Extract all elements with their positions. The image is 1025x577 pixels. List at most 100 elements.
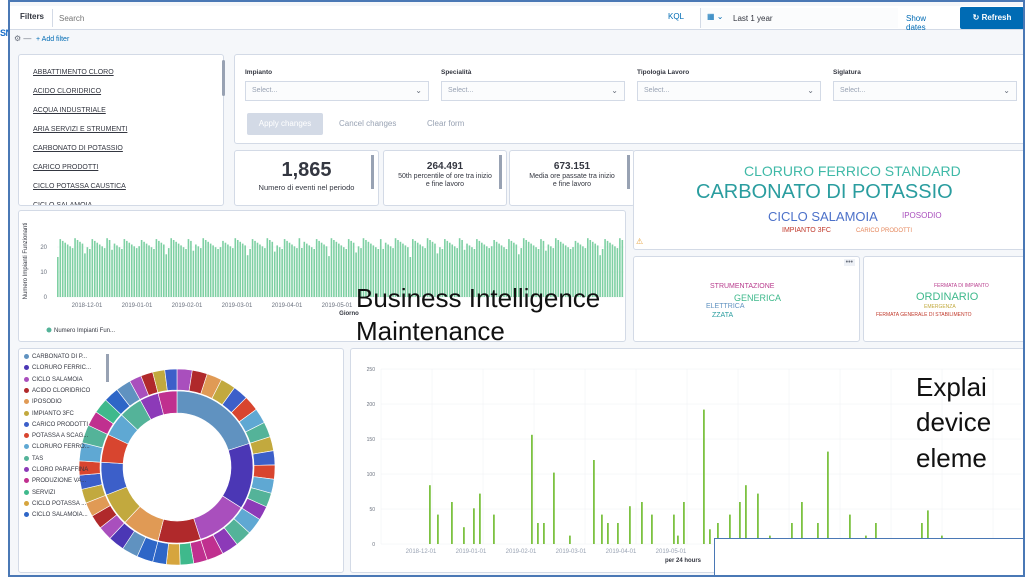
tag-cloud-word[interactable]: CICLO SALAMOIA: [768, 209, 878, 224]
legend-item[interactable]: TAS: [24, 455, 44, 462]
tag-cloud-word[interactable]: FERMATA GENERALE DI STABILIMENTO: [876, 312, 971, 318]
spike-bar: [709, 529, 711, 544]
donut-slice[interactable]: [157, 517, 201, 544]
legend-item[interactable]: CLORURO FERRO...: [24, 444, 90, 450]
list-item[interactable]: ARIA SERVIZI E STRUMENTI: [33, 126, 127, 133]
calendar-icon[interactable]: ▦ ⌄: [707, 12, 723, 21]
left-strip: [0, 0, 8, 577]
x-tick-label: 2019-01-01: [122, 303, 153, 309]
dropdown-select[interactable]: Select... ⌄: [245, 81, 429, 101]
legend-item[interactable]: CICLO SALAMOIA...: [24, 512, 88, 518]
spike-bar: [757, 493, 759, 544]
legend-swatch: [24, 512, 29, 518]
clear-form-button[interactable]: Clear form: [427, 119, 464, 128]
legend-swatch: [24, 376, 29, 382]
dropdown-label: Siglatura: [833, 69, 861, 76]
tag-cloud-tipologia: FERMATA DI IMPIANTO ORDINARIO EMERGENZA FER…: [863, 256, 1023, 342]
bar-mark: [121, 249, 123, 297]
bar-mark: [333, 240, 335, 297]
tag-cloud-word[interactable]: ORDINARIO: [916, 291, 978, 303]
legend-scrollbar[interactable]: [106, 354, 109, 382]
chevron-down-icon: ⌄: [807, 86, 814, 95]
bar-mark: [616, 248, 619, 297]
bar-mark: [330, 238, 333, 297]
legend-label: CICLO SALAMOIA: [32, 376, 83, 383]
list-item[interactable]: CICLO SALAMOIA: [33, 202, 92, 205]
add-filter-link[interactable]: + Add filter: [36, 36, 69, 43]
metric-percentile: 264.491 50th percentile of ore tra inizi…: [383, 150, 507, 206]
metric-scrollbar: [371, 155, 374, 189]
spike-bar: [827, 451, 829, 544]
legend-item[interactable]: IPOSODIO: [24, 399, 62, 405]
tag-cloud-word[interactable]: IPOSODIO: [902, 211, 942, 220]
x-tick-label: 2019-04-01: [272, 303, 303, 309]
list-item[interactable]: ABBATTIMENTO CLORO: [33, 69, 114, 76]
metric-label: 50th percentile of ore tra inizio e fine…: [398, 173, 492, 188]
tag-cloud-specialita: ••• STRUMENTAZIONE GENERICA ELETTRICA ZZATA: [633, 256, 860, 342]
legend-item[interactable]: IMPIANTO 3FC: [24, 410, 74, 417]
bar-mark: [338, 243, 340, 297]
side-text-line3: eleme: [916, 442, 987, 473]
legend-item[interactable]: CLORURO FERRIC...: [24, 365, 91, 371]
bar-mark: [254, 240, 256, 297]
legend-item[interactable]: CICLO SALAMOIA: [24, 376, 83, 383]
dropdown-select[interactable]: Select... ⌄: [833, 81, 1017, 101]
spike-bar: [651, 514, 653, 544]
show-dates-link[interactable]: Show dates: [906, 14, 926, 32]
dropdown-placeholder: Select...: [252, 87, 278, 94]
spike-bar: [537, 523, 539, 544]
legend-item[interactable]: POTASSA A SCAG...: [24, 433, 88, 439]
legend-item[interactable]: CLORO PARAFFINA: [24, 467, 88, 473]
legend-item[interactable]: CICLO POTASSA ...: [24, 500, 86, 507]
bar-mark: [318, 240, 320, 297]
panel-options-icon[interactable]: •••: [843, 259, 855, 266]
refresh-button[interactable]: ↻ Refresh: [960, 7, 1023, 29]
list-item[interactable]: ACQUA INDUSTRIALE: [33, 107, 106, 114]
cancel-changes-button[interactable]: Cancel changes: [339, 119, 396, 128]
controls-panel: Apply changes Cancel changes Clear form …: [234, 54, 1023, 144]
legend-label: TAS: [32, 455, 44, 462]
metric-value: 264.491: [426, 161, 464, 172]
tag-cloud-word[interactable]: IMPIANTO 3FC: [782, 227, 831, 234]
legend-item[interactable]: SERVIZI: [24, 489, 55, 496]
legend-label: CICLO SALAMOIA...: [32, 512, 88, 519]
y-axis-label: Numero Impianti Funzionanti: [23, 223, 29, 300]
tag-cloud-word[interactable]: GENERICA: [734, 293, 781, 303]
list-item[interactable]: CICLO POTASSA CAUSTICA: [33, 183, 126, 190]
filter-settings-icon[interactable]: ⚙ —: [14, 34, 31, 43]
apply-changes-button[interactable]: Apply changes: [247, 113, 323, 135]
legend-item[interactable]: PRODUZIONE VA...: [24, 478, 86, 484]
tag-cloud-word[interactable]: FERMATA DI IMPIANTO: [934, 283, 989, 289]
tag-cloud-word[interactable]: ZZATA: [712, 312, 733, 319]
bar-mark: [614, 246, 616, 297]
metric-scrollbar: [627, 155, 630, 189]
list-item[interactable]: CARICO PRODOTTI: [33, 164, 98, 171]
tag-cloud-word[interactable]: STRUMENTAZIONE: [710, 283, 774, 290]
bar-mark: [163, 244, 165, 297]
list-scrollbar[interactable]: [222, 60, 225, 96]
dropdown-select[interactable]: Select... ⌄: [637, 81, 821, 101]
bar-mark: [273, 251, 276, 297]
tag-cloud-word[interactable]: EMERGENZA: [924, 304, 956, 310]
legend-label: CLORURO FERRIC...: [32, 365, 92, 372]
tag-cloud-word[interactable]: CARBONATO DI POTASSIO: [696, 181, 953, 204]
list-item[interactable]: CARBONATO DI POTASSIO: [33, 145, 123, 152]
legend-item[interactable]: CARICO PRODOTTI: [24, 421, 88, 428]
search-input[interactable]: [52, 9, 700, 27]
spike-bar: [553, 472, 555, 544]
bar-mark: [106, 238, 108, 297]
y-tick-label: 200: [367, 402, 376, 408]
bar-mark: [308, 245, 311, 297]
list-item[interactable]: ACIDO CLORIDRICO: [33, 88, 101, 95]
legend-item[interactable]: ACIDO CLORIDRICO: [24, 387, 90, 394]
tag-cloud-word[interactable]: ELETTRICA: [706, 303, 745, 310]
kql-toggle[interactable]: KQL: [668, 12, 684, 21]
legend-item[interactable]: CARBONATO DI P...: [24, 354, 87, 360]
bar-mark: [246, 255, 249, 297]
bar-mark: [192, 250, 195, 297]
tag-cloud-word[interactable]: CLORURO FERRICO STANDARD: [744, 163, 961, 179]
tag-cloud-word[interactable]: CARICO PRODOTTI: [856, 228, 912, 234]
date-picker[interactable]: ▦ ⌄ Last 1 year Show dates: [700, 8, 926, 32]
bar-mark: [352, 242, 355, 297]
dropdown-select[interactable]: Select... ⌄: [441, 81, 625, 101]
